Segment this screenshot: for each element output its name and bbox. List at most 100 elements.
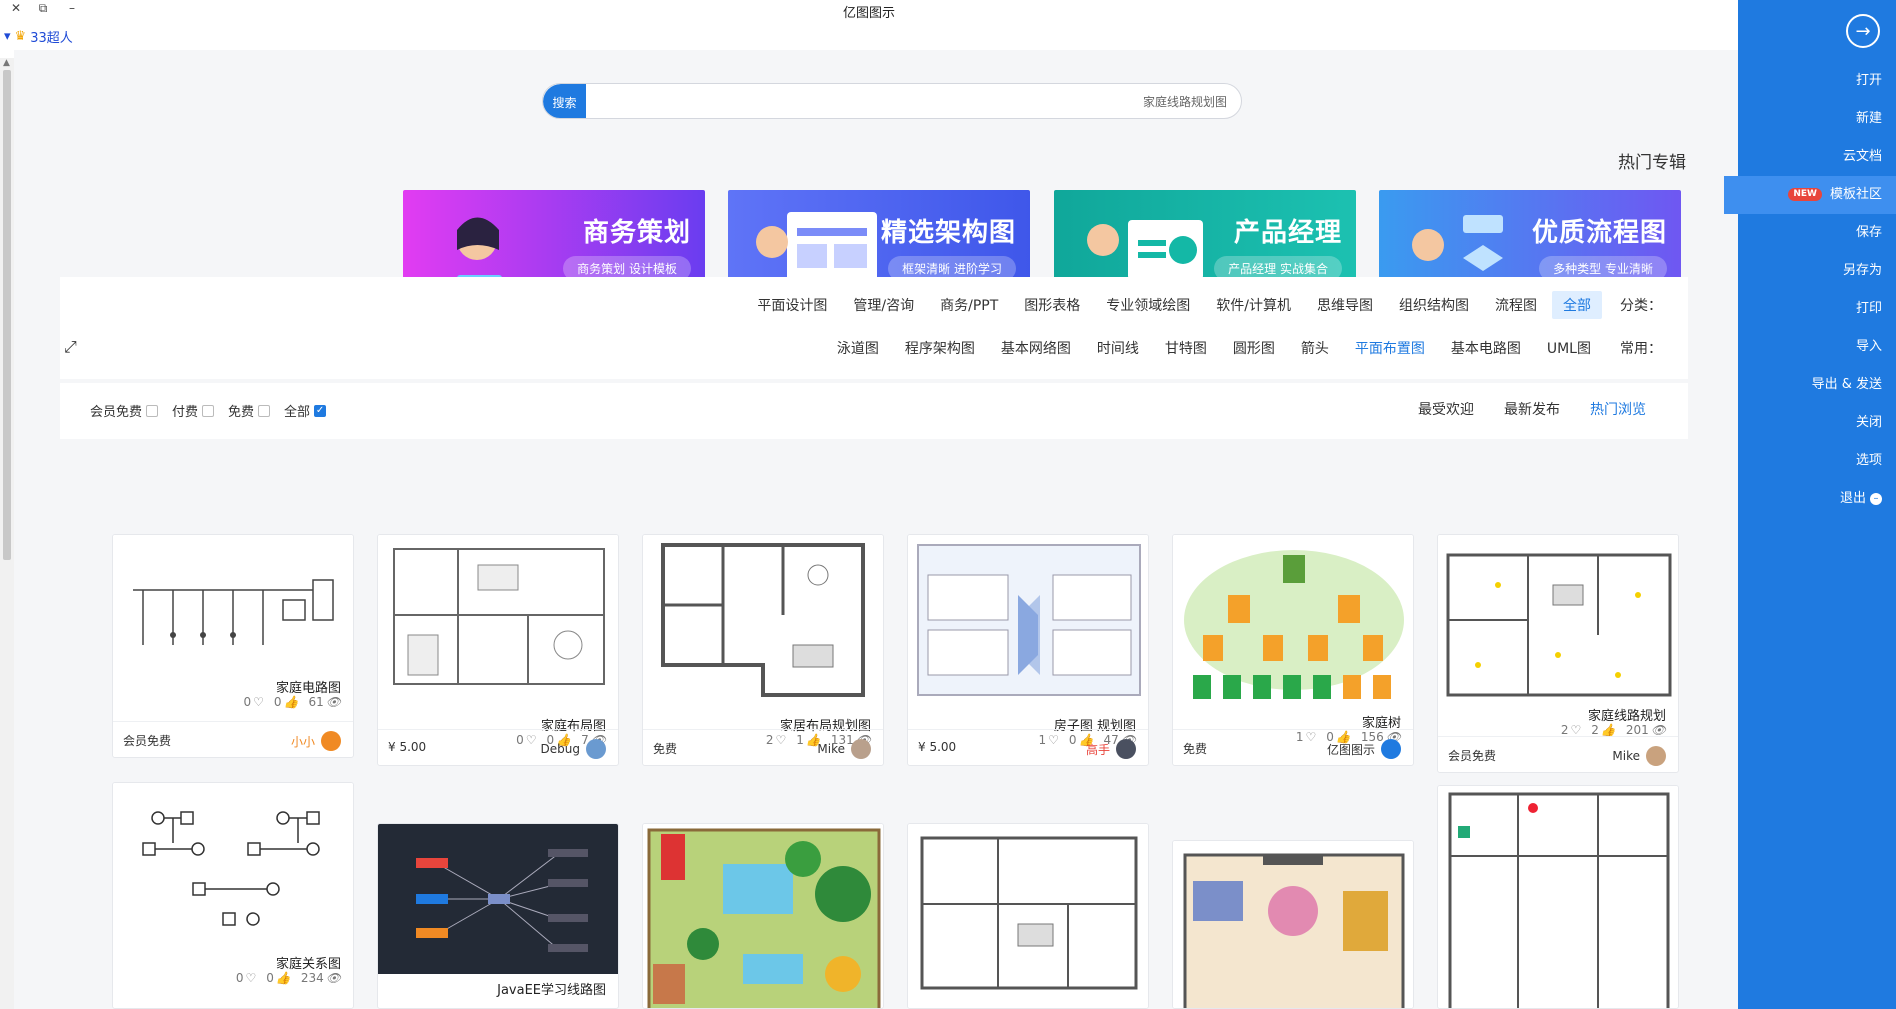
- price-all-checkbox[interactable]: ✓ 全部: [284, 401, 327, 420]
- sort-options: 热门浏览 最新发布 最受欢迎: [1418, 399, 1646, 419]
- common-architecture[interactable]: 程序架构图: [894, 334, 986, 362]
- author[interactable]: 亿图图示: [1327, 739, 1401, 759]
- sidebar-item-import[interactable]: 导入: [1724, 328, 1882, 366]
- sidebar-item-export-send[interactable]: 导出 & 发送: [1724, 366, 1882, 404]
- avatar: [851, 739, 871, 759]
- common-timeline[interactable]: 时间线: [1086, 334, 1150, 362]
- card-title: 家庭关系图: [275, 957, 341, 972]
- sidebar-item-close[interactable]: 关闭: [1724, 404, 1882, 442]
- category-business-ppt[interactable]: 商务/PPT: [929, 291, 1009, 319]
- window-title: 亿图图示: [842, 6, 895, 21]
- author[interactable]: Mike: [817, 739, 871, 759]
- sort-favorite[interactable]: 最受欢迎: [1418, 399, 1474, 419]
- template-card[interactable]: [907, 823, 1149, 1009]
- template-card[interactable]: 家庭电路图 👁 61 👍 0 ♡ 0 小小 会员免费: [112, 534, 354, 758]
- sidebar-item-exit[interactable]: 退出 –: [1724, 480, 1882, 518]
- floor-plan-thumbnail: [1438, 786, 1678, 1008]
- exit-icon: –: [1870, 492, 1882, 505]
- template-card[interactable]: 家庭关系图 👁 234 👍 0 ♡ 0: [112, 782, 354, 1009]
- category-software[interactable]: 软件/计算机: [1205, 291, 1302, 319]
- template-card[interactable]: [642, 823, 884, 1009]
- template-card[interactable]: 家庭线路规划 👁 201 👍 2 ♡ 2 Mike 会员免费: [1437, 534, 1679, 773]
- common-uml[interactable]: UML图: [1536, 334, 1602, 362]
- author[interactable]: 小小: [291, 731, 341, 751]
- price-filter: ✓ 全部 免费 付费 会员免费: [90, 401, 327, 420]
- price-paid-checkbox[interactable]: 付费: [172, 401, 215, 420]
- common-floor-plan[interactable]: 平面布置图: [1344, 334, 1436, 362]
- author[interactable]: Mike: [1612, 746, 1666, 766]
- category-org-chart[interactable]: 组织结构图: [1388, 291, 1480, 319]
- category-graphs-tables[interactable]: 图形表格: [1013, 291, 1091, 319]
- common-gantt[interactable]: 甘特图: [1154, 334, 1218, 362]
- sidebar-item-open[interactable]: 打开: [1724, 62, 1882, 100]
- file-sidebar: → 打开 新建 云文档 NEW 模板社区 保存 另存为 打印 导入 导出 & 发送…: [1724, 0, 1896, 1009]
- sidebar-item-label: 模板社区: [1829, 187, 1882, 202]
- sidebar-item-cloud-docs[interactable]: 云文档: [1724, 138, 1882, 176]
- search-input[interactable]: [593, 90, 1227, 112]
- author[interactable]: Debug: [541, 739, 606, 759]
- common-label: 常用：: [1620, 341, 1662, 357]
- floor-plan-thumbnail: [908, 535, 1148, 710]
- sidebar-item-new[interactable]: 新建: [1724, 100, 1882, 138]
- floor-plan-thumbnail: [1438, 535, 1678, 703]
- card-footer: Debug ¥ 5.00: [378, 729, 618, 765]
- back-arrow-icon[interactable]: →: [1846, 14, 1880, 48]
- common-arrow[interactable]: 箭头: [1290, 334, 1340, 362]
- scrollbar-thumb[interactable]: [3, 70, 11, 560]
- eye-icon: 👁: [325, 695, 341, 709]
- expand-icon[interactable]: ⤢: [64, 337, 77, 357]
- category-management[interactable]: 管理/咨询: [842, 291, 925, 319]
- sidebar-item-save-as[interactable]: 另存为: [1724, 252, 1882, 290]
- banner-title: 优质流程图: [1531, 218, 1667, 248]
- vertical-scrollbar[interactable]: ▲: [0, 58, 14, 1009]
- card-footer: Mike 免费: [643, 729, 883, 765]
- like-icon: 👍: [275, 971, 291, 985]
- heart-icon: ♡: [1570, 723, 1582, 737]
- common-circle[interactable]: 圆形图: [1222, 334, 1286, 362]
- author-name: 小小: [290, 734, 315, 749]
- category-all[interactable]: 全部: [1552, 291, 1602, 319]
- title-bar: ✕ ⧉ – 亿图图示: [0, 0, 1738, 21]
- author[interactable]: 高手: [1086, 739, 1136, 759]
- sidebar-item-save[interactable]: 保存: [1724, 214, 1882, 252]
- card-stats: 👁 234 👍 0 ♡ 0: [236, 971, 341, 985]
- category-mind-map[interactable]: 思维导图: [1306, 291, 1384, 319]
- checkbox-icon: [202, 404, 215, 417]
- template-community-panel: 搜索 热门专辑 商务策划 商务策划 设计模板 精选架构图 框架清晰 进阶学习 产…: [14, 50, 1738, 1009]
- eye-icon: 👁: [325, 971, 341, 985]
- likes-count: 👍 0: [273, 695, 299, 709]
- template-card[interactable]: JavaEE学习线路图: [377, 823, 619, 1009]
- likes-count: 👍 2: [1591, 723, 1616, 737]
- vip-crown-icon: ♛: [14, 28, 27, 44]
- card-price: 会员免费: [123, 734, 172, 748]
- sort-popular[interactable]: 热门浏览: [1590, 399, 1646, 419]
- category-graphic-design[interactable]: 平面设计图: [746, 291, 838, 319]
- scroll-up-icon[interactable]: ▲: [3, 58, 10, 68]
- category-professional[interactable]: 专业领域绘图: [1095, 291, 1201, 319]
- price-member-free-checkbox[interactable]: 会员免费: [90, 401, 159, 420]
- price-free-checkbox[interactable]: 免费: [228, 401, 271, 420]
- common-circuit[interactable]: 基本电路图: [1440, 334, 1532, 362]
- avatar: [586, 739, 606, 759]
- template-card[interactable]: 家居布局规划图 👁131👍1♡2 Mike免费: [642, 534, 884, 766]
- eye-icon: 👁: [1650, 723, 1666, 737]
- category-flowchart[interactable]: 流程图: [1484, 291, 1548, 319]
- search-button[interactable]: 搜索: [543, 84, 586, 118]
- card-stats: 👁 61 👍 0 ♡ 0: [243, 695, 341, 709]
- common-swimlane[interactable]: 泳道图: [826, 334, 890, 362]
- template-card[interactable]: 家庭树 👁 156 👍 0 ♡ 1 亿图图示 免费: [1172, 534, 1414, 766]
- user-menu[interactable]: ▾ ♛ 33超人: [0, 24, 73, 48]
- favs-count: ♡ 0: [243, 695, 264, 709]
- sidebar-item-options[interactable]: 选项: [1724, 442, 1882, 480]
- sort-newest[interactable]: 最新发布: [1504, 399, 1560, 419]
- template-card[interactable]: 房子图 规划图 👁47👍0♡1 高手¥ 5.00: [907, 534, 1149, 766]
- card-footer: 小小 会员免费: [113, 721, 353, 757]
- common-network[interactable]: 基本网络图: [990, 334, 1082, 362]
- sidebar-item-template-community[interactable]: NEW 模板社区: [1724, 176, 1896, 214]
- template-card[interactable]: [1437, 785, 1679, 1009]
- template-card[interactable]: [1172, 840, 1414, 1009]
- card-footer: 亿图图示 免费: [1173, 729, 1413, 765]
- card-price: ¥ 5.00: [918, 740, 957, 754]
- sidebar-item-print[interactable]: 打印: [1724, 290, 1882, 328]
- template-card[interactable]: 家庭布局图 👁7👍0♡0 Debug¥ 5.00: [377, 534, 619, 766]
